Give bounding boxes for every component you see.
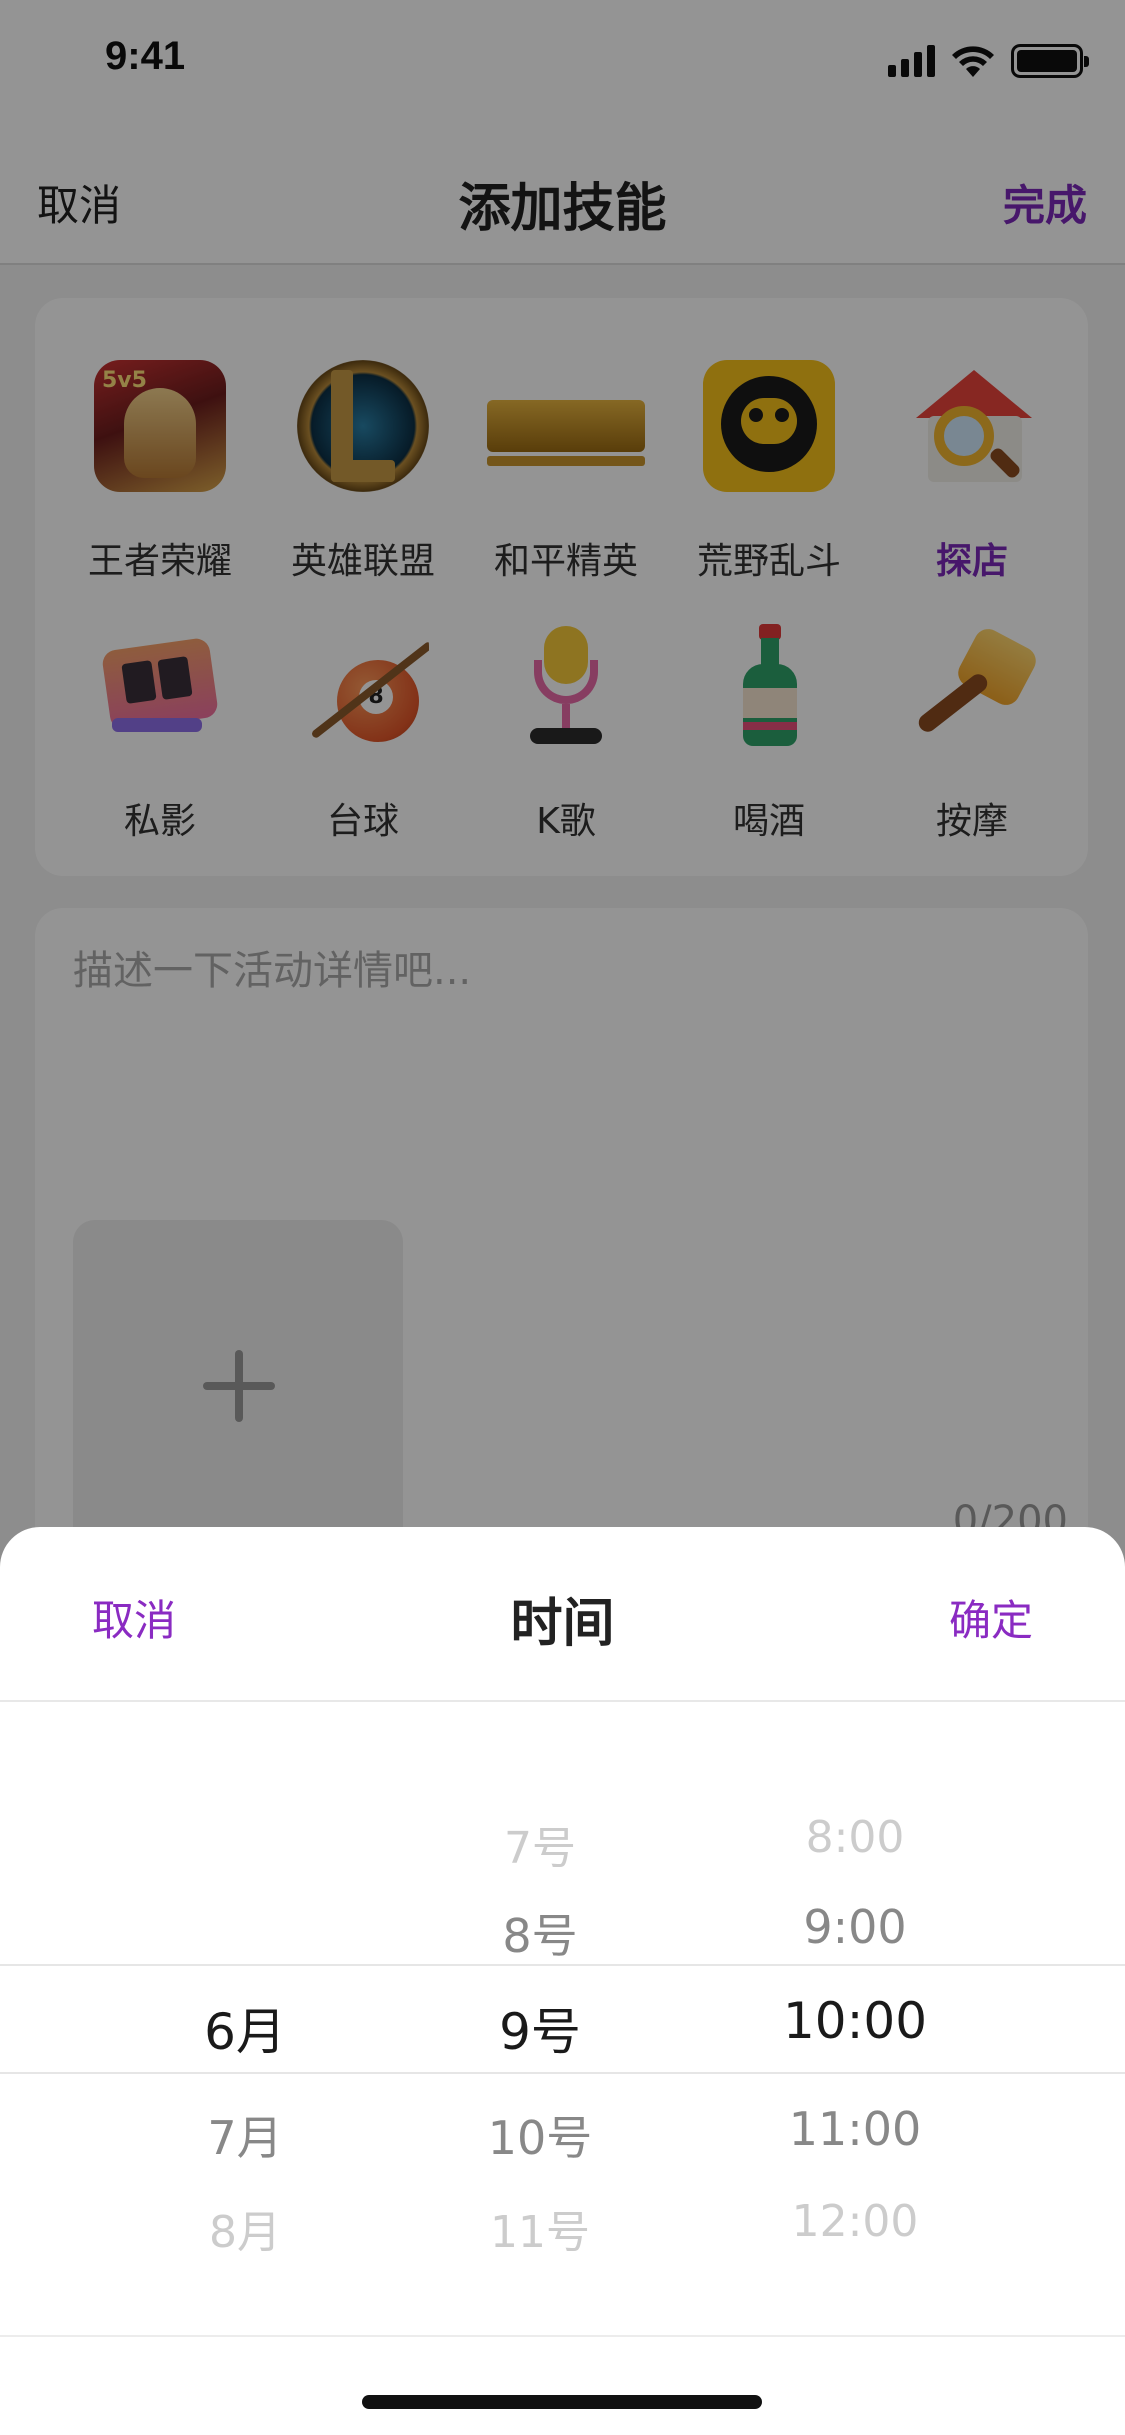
- picker-option-selected[interactable]: 9号: [390, 1992, 690, 2064]
- home-indicator: [362, 2395, 762, 2409]
- picker-option[interactable]: 9:00: [705, 1900, 1005, 1954]
- month-picker-column[interactable]: 6月 7月 8月: [95, 1702, 395, 2302]
- picker-option-selected[interactable]: 6月: [95, 1992, 395, 2064]
- picker-option[interactable]: 8号: [390, 1900, 690, 1966]
- picker-option[interactable]: 11:00: [705, 2102, 1005, 2156]
- sheet-confirm-button[interactable]: 确定: [949, 1587, 1033, 1648]
- picker-option[interactable]: 10号: [390, 2102, 690, 2168]
- time-picker-column[interactable]: 8:00 9:00 10:00 11:00 12:00: [705, 1702, 1005, 2302]
- picker-option-selected[interactable]: 10:00: [705, 1992, 1005, 2050]
- picker-option[interactable]: 8:00: [705, 1812, 1005, 1863]
- sheet-divider: [0, 2335, 1125, 2337]
- picker-option[interactable]: 11号: [390, 2196, 690, 2260]
- picker-option[interactable]: 12:00: [705, 2196, 1005, 2247]
- day-picker-column[interactable]: 7号 8号 9号 10号 11号: [390, 1702, 690, 2302]
- sheet-header: 取消 时间 确定: [0, 1527, 1125, 1702]
- time-picker-sheet: 取消 时间 确定 6月 7月 8月 7号 8号 9号 10号 11号 8:00 …: [0, 1527, 1125, 2435]
- picker-option[interactable]: 7月: [95, 2102, 395, 2168]
- picker-option[interactable]: 8月: [95, 2196, 395, 2260]
- picker-option[interactable]: 7号: [390, 1812, 690, 1876]
